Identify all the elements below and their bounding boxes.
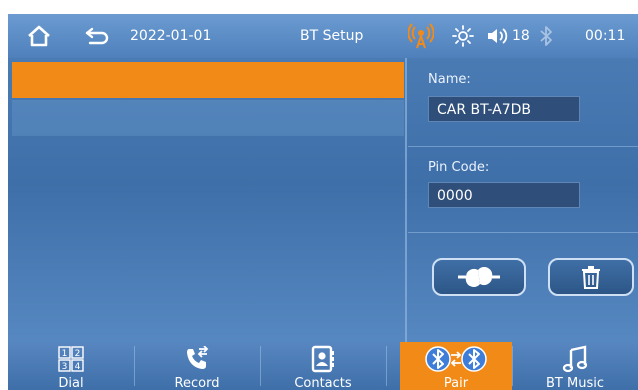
bottom-tab-bar: 1 2 3 4 Dial Record Contacts Pair BT Mus… <box>8 342 638 390</box>
clock-text: 00:11 <box>585 28 626 44</box>
music-note-icon <box>562 345 588 373</box>
call-log-icon <box>187 346 209 369</box>
svg-text:2: 2 <box>75 349 81 359</box>
bluetooth-status-icon <box>538 14 554 58</box>
date-text: 2022-01-01 <box>130 28 212 44</box>
paired-device-list <box>8 58 406 342</box>
tab-bt-music[interactable]: BT Music <box>512 342 638 390</box>
svg-text:3: 3 <box>62 362 68 372</box>
svg-text:4: 4 <box>75 362 81 372</box>
tab-record[interactable]: Record <box>134 342 260 390</box>
tab-record-label: Record <box>174 376 220 390</box>
bt-info-panel: Name: CAR BT-A7DB Pin Code: 0000 <box>408 58 638 342</box>
page-title: BT Setup <box>300 28 364 44</box>
back-button[interactable] <box>84 14 110 58</box>
dialpad-icon: 1 2 3 4 <box>58 346 84 372</box>
tab-pair-label: Pair <box>443 376 469 390</box>
panel-separator <box>408 232 638 233</box>
screen: 2022-01-01 BT Setup 18 00:11 Name: CAR B… <box>8 14 638 390</box>
home-icon <box>28 25 50 47</box>
volume-icon <box>488 28 508 44</box>
tab-bt-music-label: BT Music <box>546 376 604 390</box>
tab-contacts[interactable]: Contacts <box>260 342 386 390</box>
tab-contacts-label: Contacts <box>294 376 352 390</box>
link-connect-icon <box>458 267 500 287</box>
device-list-item-selected[interactable] <box>12 62 404 98</box>
tab-dial[interactable]: 1 2 3 4 Dial <box>8 342 134 390</box>
connect-button[interactable] <box>432 258 526 296</box>
name-label: Name: <box>428 72 471 87</box>
svg-text:1: 1 <box>62 349 68 359</box>
top-status-bar: 2022-01-01 BT Setup 18 00:11 <box>8 14 638 58</box>
radio-signal-icon <box>408 14 434 58</box>
volume-level: 18 <box>512 28 530 44</box>
pin-code-label: Pin Code: <box>428 160 490 175</box>
home-button[interactable] <box>26 14 52 58</box>
panel-separator <box>408 146 638 147</box>
volume-control[interactable]: 18 <box>486 14 530 58</box>
tab-pair[interactable]: Pair <box>400 342 512 390</box>
tab-separator <box>386 346 387 386</box>
device-list-item[interactable] <box>12 100 404 136</box>
delete-button[interactable] <box>548 258 634 296</box>
pin-code-field[interactable]: 0000 <box>428 182 580 208</box>
back-arrow-icon <box>85 27 109 45</box>
bluetooth-pair-icon <box>425 346 487 372</box>
contacts-icon <box>311 345 334 373</box>
tab-dial-label: Dial <box>58 376 84 390</box>
brightness-icon[interactable] <box>452 14 474 58</box>
panel-divider <box>405 58 407 342</box>
device-name-field[interactable]: CAR BT-A7DB <box>428 96 580 122</box>
trash-icon <box>582 266 600 289</box>
